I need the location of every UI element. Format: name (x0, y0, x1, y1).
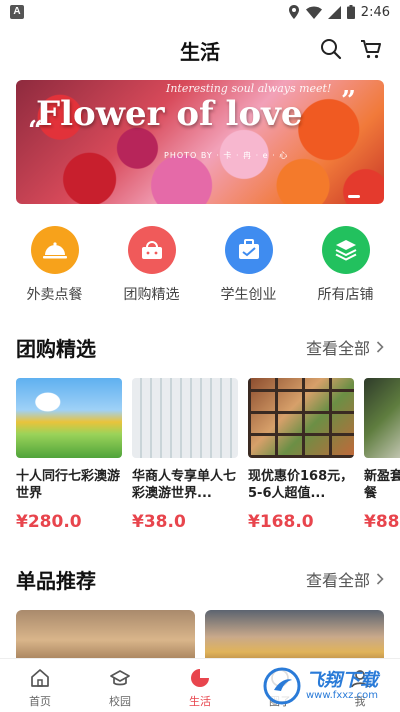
product-section-header: 单品推荐 查看全部 (16, 564, 384, 594)
tab-life[interactable]: 生活 (160, 659, 240, 712)
notification-icon: A (10, 5, 24, 19)
watermark-text: 飞翔下载 (306, 670, 378, 691)
app-header: 生活 (0, 24, 400, 76)
deal-image (364, 378, 400, 458)
category-group-buy[interactable]: 团购精选 (107, 226, 197, 310)
category-student-startup[interactable]: 学生创业 (204, 226, 294, 310)
deal-carousel[interactable]: 十人同行七彩澳游世界 ¥280.0 华商人专享单人七彩澳游世界... ¥38.0… (16, 378, 400, 543)
tab-label: 首页 (29, 695, 51, 708)
category-label: 团购精选 (123, 287, 180, 303)
banner-title: Flower of love (36, 94, 303, 134)
briefcase-icon (224, 226, 273, 274)
tab-home[interactable]: 首页 (0, 659, 80, 712)
search-icon[interactable] (318, 36, 344, 62)
category-row: 外卖点餐 团购精选 学生创业 所有店铺 (0, 226, 400, 310)
category-takeout[interactable]: 外卖点餐 (10, 226, 100, 310)
basket-icon (127, 226, 176, 274)
home-icon (31, 669, 49, 687)
watermark-logo-icon (263, 667, 301, 705)
watermark-url: www.fxxz.com (306, 690, 378, 701)
deal-price: ¥280.0 (16, 512, 82, 532)
deal-image (132, 378, 238, 458)
product-list[interactable] (16, 610, 384, 660)
product-card[interactable] (205, 610, 384, 660)
campus-icon (110, 670, 130, 686)
deal-price: ¥88 (364, 512, 400, 532)
group-buy-section-header: 团购精选 查看全部 (16, 332, 384, 362)
section-title: 单品推荐 (16, 568, 96, 593)
deal-price: ¥168.0 (248, 512, 314, 532)
site-watermark: 飞翔下载 www.fxxz.com (262, 664, 392, 708)
category-label: 外卖点餐 (26, 287, 83, 303)
tab-label: 校园 (109, 695, 131, 708)
banner-credit: PHOTO BY · 卡 · 冉 · e · 心 (164, 151, 289, 160)
category-all-stores[interactable]: 所有店铺 (301, 226, 391, 310)
tab-campus[interactable]: 校园 (80, 659, 160, 712)
promo-banner[interactable]: Interesting soul always meet! “ Flower o… (16, 80, 384, 204)
product-card[interactable] (16, 610, 195, 660)
deal-card[interactable]: 十人同行七彩澳游世界 ¥280.0 (16, 378, 122, 543)
deal-name: 十人同行七彩澳游世界 (16, 469, 121, 501)
deal-card[interactable]: 华商人专享单人七彩澳游世界... ¥38.0 (132, 378, 238, 543)
location-icon (288, 5, 299, 19)
deal-card[interactable]: 新盈套餐 ¥88 (364, 378, 400, 543)
deal-card[interactable]: 现优惠价168元，5-6人超值... ¥168.0 (248, 378, 354, 543)
battery-icon (346, 5, 355, 19)
category-label: 学生创业 (220, 287, 277, 303)
tab-label: 生活 (189, 695, 211, 708)
banner-page-indicator (348, 195, 360, 198)
page-title: 生活 (180, 39, 220, 64)
banner-quote-close: ” (341, 86, 356, 116)
life-icon (191, 669, 209, 687)
signal-icon (327, 5, 341, 19)
view-all-label: 查看全部 (305, 571, 370, 590)
chevron-right-icon (376, 573, 384, 585)
wifi-icon (305, 6, 322, 19)
deal-name: 新盈套餐 (364, 469, 400, 501)
status-bar: A 2:46 (0, 0, 400, 24)
view-all-label: 查看全部 (305, 339, 370, 358)
view-all-link[interactable]: 查看全部 (306, 567, 384, 591)
layers-icon (321, 226, 370, 274)
section-title: 团购精选 (16, 336, 96, 361)
deal-name: 华商人专享单人七彩澳游世界... (132, 469, 237, 501)
category-label: 所有店铺 (317, 287, 374, 303)
deal-price: ¥38.0 (132, 512, 186, 532)
view-all-link[interactable]: 查看全部 (306, 335, 384, 359)
cloche-icon (30, 226, 79, 274)
cart-icon[interactable] (358, 36, 384, 62)
deal-image (16, 378, 122, 458)
deal-image (248, 378, 354, 458)
chevron-right-icon (376, 341, 384, 353)
status-time: 2:46 (360, 4, 390, 20)
deal-name: 现优惠价168元，5-6人超值... (248, 469, 354, 501)
